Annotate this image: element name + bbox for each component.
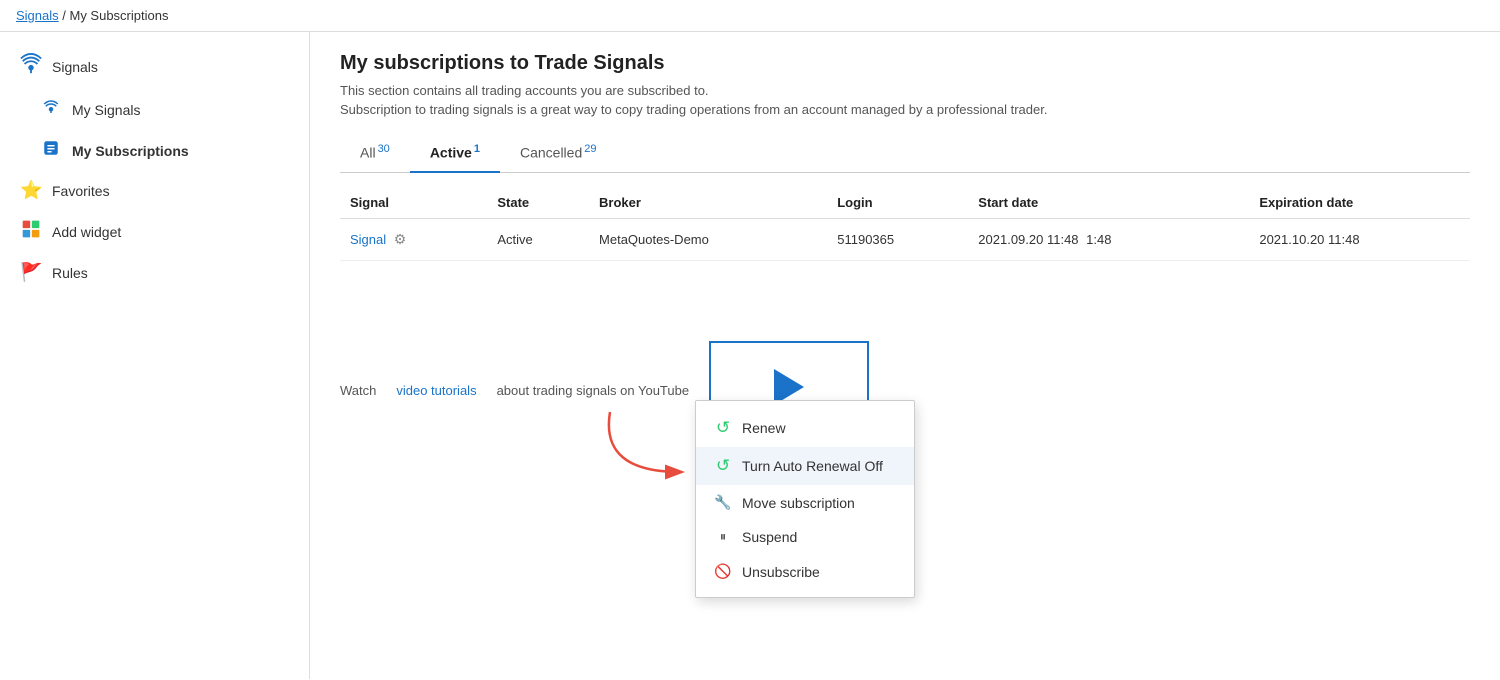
sidebar-favorites-label: Favorites: [52, 183, 110, 199]
breadcrumb-separator: /: [59, 8, 70, 23]
move-subscription-icon: 🔧: [714, 494, 732, 511]
my-subscriptions-icon: [40, 139, 62, 162]
app-layout: Signals My Signals: [0, 32, 1500, 679]
col-expiration-date: Expiration date: [1249, 187, 1470, 219]
menu-item-suspend[interactable]: ⏸ Suspend: [696, 520, 914, 554]
signals-icon: [20, 53, 42, 80]
rules-icon: 🚩: [20, 262, 42, 283]
subscriptions-table: Signal State Broker Login Start date Exp…: [340, 187, 1470, 261]
tutorial-link[interactable]: video tutorials: [396, 383, 476, 398]
add-widget-icon: [20, 219, 42, 244]
tab-cancelled-label: Cancelled: [520, 145, 582, 161]
favorites-icon: ⭐: [20, 180, 42, 201]
menu-item-auto-renewal-label: Turn Auto Renewal Off: [742, 458, 883, 474]
menu-item-move-subscription[interactable]: 🔧 Move subscription: [696, 485, 914, 520]
start-date-value: 2021.09.20 11:48: [978, 232, 1078, 247]
menu-item-renew-label: Renew: [742, 420, 786, 436]
menu-item-renew[interactable]: ↺ Renew: [696, 409, 914, 447]
tab-cancelled-badge: 29: [584, 143, 596, 155]
breadcrumb-signals-link[interactable]: Signals: [16, 8, 59, 23]
col-login: Login: [827, 187, 968, 219]
main-content: My subscriptions to Trade Signals This s…: [310, 32, 1500, 679]
menu-item-suspend-label: Suspend: [742, 529, 797, 545]
tab-all-badge: 30: [378, 143, 390, 155]
tabs-bar: All30 Active1 Cancelled29: [340, 135, 1470, 173]
cell-login: 51190365: [827, 218, 968, 260]
suspend-icon: ⏸: [714, 529, 732, 545]
sidebar: Signals My Signals: [0, 32, 310, 679]
cell-expiration-date: 2021.10.20 11:48: [1249, 218, 1470, 260]
sidebar-item-my-signals[interactable]: My Signals: [0, 89, 309, 130]
gear-button[interactable]: ⚙: [390, 229, 411, 250]
col-signal: Signal: [340, 187, 487, 219]
sidebar-item-favorites[interactable]: ⭐ Favorites: [0, 171, 309, 210]
unsubscribe-icon: 🚫: [714, 563, 732, 580]
page-title: My subscriptions to Trade Signals: [340, 52, 1470, 75]
my-signals-icon: [40, 98, 62, 121]
sidebar-item-add-widget[interactable]: Add widget: [0, 210, 309, 253]
menu-item-move-label: Move subscription: [742, 495, 855, 511]
col-state: State: [487, 187, 589, 219]
tutorial-text-before: Watch: [340, 383, 376, 398]
tab-active[interactable]: Active1: [410, 135, 500, 173]
tutorial-text-after: about trading signals on YouTube: [497, 383, 690, 398]
sidebar-item-signals[interactable]: Signals: [0, 44, 309, 89]
tab-all[interactable]: All30: [340, 135, 410, 173]
cell-state: Active: [487, 218, 589, 260]
breadcrumb: Signals / My Subscriptions: [0, 0, 1500, 32]
breadcrumb-current: My Subscriptions: [69, 8, 168, 23]
sidebar-item-my-subscriptions[interactable]: My Subscriptions: [0, 130, 309, 171]
sidebar-rules-label: Rules: [52, 265, 88, 281]
sidebar-item-rules[interactable]: 🚩 Rules: [0, 253, 309, 292]
renew-icon: ↺: [714, 418, 732, 438]
col-start-date: Start date: [968, 187, 1249, 219]
tab-all-label: All: [360, 145, 376, 161]
sidebar-signals-label: Signals: [52, 59, 98, 75]
signal-link[interactable]: Signal: [350, 232, 386, 247]
col-broker: Broker: [589, 187, 827, 219]
cell-broker: MetaQuotes-Demo: [589, 218, 827, 260]
menu-item-unsubscribe-label: Unsubscribe: [742, 564, 820, 580]
sidebar-my-subscriptions-label: My Subscriptions: [72, 143, 189, 159]
menu-item-unsubscribe[interactable]: 🚫 Unsubscribe: [696, 554, 914, 589]
start-date-extra: 1:48: [1086, 232, 1111, 247]
page-desc-2: Subscription to trading signals is a gre…: [340, 102, 1470, 117]
auto-renewal-icon: ↺: [714, 456, 732, 476]
cell-start-date: 2021.09.20 11:48 1:48: [968, 218, 1249, 260]
menu-item-turn-auto-renewal-off[interactable]: ↺ Turn Auto Renewal Off: [696, 447, 914, 485]
tab-active-label: Active: [430, 145, 472, 161]
context-menu: ↺ Renew ↺ Turn Auto Renewal Off 🔧 Move s…: [695, 400, 915, 598]
tab-cancelled[interactable]: Cancelled29: [500, 135, 617, 173]
tab-active-badge: 1: [474, 143, 480, 155]
sidebar-add-widget-label: Add widget: [52, 224, 121, 240]
table-row: Signal ⚙ Active MetaQuotes-Demo 51190365…: [340, 218, 1470, 260]
page-desc-1: This section contains all trading accoun…: [340, 83, 1470, 98]
sidebar-my-signals-label: My Signals: [72, 102, 140, 118]
cell-signal: Signal ⚙: [340, 218, 487, 260]
